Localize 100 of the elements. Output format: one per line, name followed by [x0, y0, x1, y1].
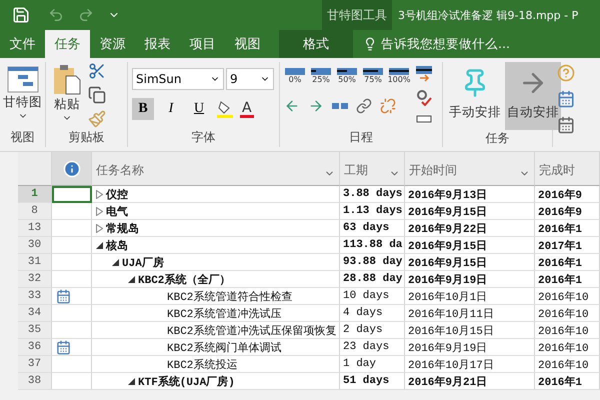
calendar-icon[interactable]: [557, 116, 575, 134]
row-number[interactable]: 33: [18, 288, 52, 305]
undo-icon[interactable]: [48, 7, 64, 23]
unlink-icon[interactable]: [380, 98, 396, 114]
clipboard-icon: [52, 64, 82, 96]
percent-complete-button[interactable]: 0%: [284, 68, 306, 84]
row-number[interactable]: 8: [18, 203, 52, 220]
row-number[interactable]: 37: [18, 356, 52, 373]
column-header[interactable]: 任务名称: [92, 152, 340, 186]
ribbon-tab[interactable]: 资源: [90, 30, 135, 58]
highlight-color-icon[interactable]: [216, 100, 234, 118]
calendar-icon[interactable]: [557, 90, 575, 108]
row-number[interactable]: 30: [18, 237, 52, 254]
column-header[interactable]: 完成时: [535, 152, 600, 186]
task-name: 常规岛: [106, 222, 139, 236]
expand-arrow-icon[interactable]: [96, 190, 103, 198]
row-number[interactable]: 34: [18, 305, 52, 322]
gantt-chart-icon: [6, 64, 40, 94]
group-label: 日程: [348, 129, 374, 146]
cut-icon[interactable]: [88, 62, 106, 80]
duration-value: 1.13 days: [343, 205, 402, 217]
outdent-icon[interactable]: [284, 98, 300, 114]
schedule-mode-button[interactable]: 手动安排: [447, 62, 503, 130]
indicator-cell[interactable]: [52, 220, 92, 237]
move-task-icon[interactable]: [416, 66, 432, 82]
finish-date: 2016年10: [538, 290, 589, 304]
duration-value: 2 days: [343, 324, 383, 336]
indent-icon[interactable]: [308, 98, 324, 114]
ribbon-tab[interactable]: 格式: [279, 30, 353, 58]
paste-button[interactable]: 粘贴: [50, 62, 84, 128]
start-date: 2016年10月17日: [408, 358, 494, 372]
row-number[interactable]: 31: [18, 254, 52, 271]
percent-complete-button[interactable]: 50%: [336, 68, 358, 84]
indicator-cell[interactable]: [52, 322, 92, 339]
expand-arrow-icon[interactable]: [96, 206, 103, 216]
indicator-cell[interactable]: [52, 271, 92, 288]
redo-icon[interactable]: [78, 7, 94, 23]
font-family-dropdown[interactable]: SimSun: [132, 68, 224, 90]
ribbon-tab[interactable]: 报表: [135, 30, 180, 58]
group-label: 任务: [484, 130, 510, 147]
finish-date: 2016年10: [538, 324, 589, 338]
start-date: 2016年9月13日: [408, 188, 488, 202]
row-number[interactable]: 1: [18, 186, 52, 203]
indicator-cell[interactable]: [52, 254, 92, 271]
percent-complete-button[interactable]: 25%: [310, 68, 332, 84]
duration-value: 3.88 days: [343, 188, 402, 200]
gantt-chart-button[interactable]: 甘特图: [1, 62, 44, 128]
duration-value: 51 days: [343, 375, 390, 387]
text-style-button[interactable]: B: [132, 98, 154, 120]
lightbulb-icon: [363, 37, 377, 51]
duration-value: 4 days: [343, 307, 383, 319]
indicator-cell[interactable]: [52, 339, 92, 356]
font-size-dropdown[interactable]: 9: [226, 68, 274, 90]
expand-arrow-icon[interactable]: [96, 224, 103, 232]
indicator-cell[interactable]: [52, 373, 92, 390]
ribbon-tab[interactable]: 文件: [0, 30, 45, 58]
tell-me-search[interactable]: 告诉我您想要做什么...: [353, 30, 510, 58]
percent-complete-button[interactable]: 100%: [388, 68, 410, 84]
ribbon-tab[interactable]: 任务: [45, 30, 90, 58]
start-date: 2016年9月15日: [408, 204, 488, 218]
copy-icon[interactable]: [88, 86, 106, 104]
row-number[interactable]: 36: [18, 339, 52, 356]
ribbon-tab[interactable]: 视图: [225, 30, 270, 58]
collapse-arrow-icon[interactable]: [128, 276, 135, 282]
format-painter-icon[interactable]: [88, 110, 106, 128]
row-number[interactable]: 38: [18, 373, 52, 390]
window-title: 3号机组冷试准备逻 辑9-18.mpp - P: [397, 8, 580, 22]
indicator-cell[interactable]: [52, 305, 92, 322]
font-color-button[interactable]: A: [240, 100, 254, 118]
start-date: 2016年10月11日: [408, 307, 494, 320]
indicator-cell[interactable]: [52, 203, 92, 220]
task-name: KBC2系统管道符合性检查: [167, 290, 292, 304]
start-date: 2016年9月19日: [408, 341, 488, 354]
text-style-button[interactable]: I: [160, 98, 182, 120]
task-name: KBC2系统管道冲洗试压: [167, 306, 282, 320]
row-number[interactable]: 35: [18, 322, 52, 339]
link-icon[interactable]: [356, 98, 372, 114]
row-number[interactable]: 32: [18, 271, 52, 288]
task-name: KBC2系统投运: [167, 358, 238, 372]
task-name: 核岛: [106, 238, 128, 252]
ribbon-tab[interactable]: 项目: [180, 30, 225, 58]
schedule-mode-button[interactable]: 自动安排: [505, 62, 561, 130]
indicator-cell[interactable]: [52, 237, 92, 254]
save-icon[interactable]: [12, 6, 30, 24]
task-name: KTF系统(UJA厂房): [138, 374, 235, 388]
indicator-cell[interactable]: [52, 288, 92, 305]
task-name: 仪控: [106, 188, 128, 202]
indicator-cell[interactable]: [52, 356, 92, 373]
collapse-arrow-icon[interactable]: [128, 378, 135, 384]
row-number[interactable]: 13: [18, 220, 52, 237]
selected-cell[interactable]: [52, 186, 92, 203]
collapse-arrow-icon[interactable]: [96, 242, 103, 248]
column-header[interactable]: 工期: [340, 152, 405, 186]
start-date: 2016年9月21日: [408, 374, 488, 388]
percent-complete-button[interactable]: 75%: [362, 68, 384, 84]
text-style-button[interactable]: U: [188, 98, 210, 120]
group-label: 剪贴板: [68, 129, 106, 146]
collapse-arrow-icon[interactable]: [112, 258, 119, 266]
split-task-icon[interactable]: [332, 100, 348, 112]
column-header[interactable]: 开始时间: [405, 152, 535, 186]
